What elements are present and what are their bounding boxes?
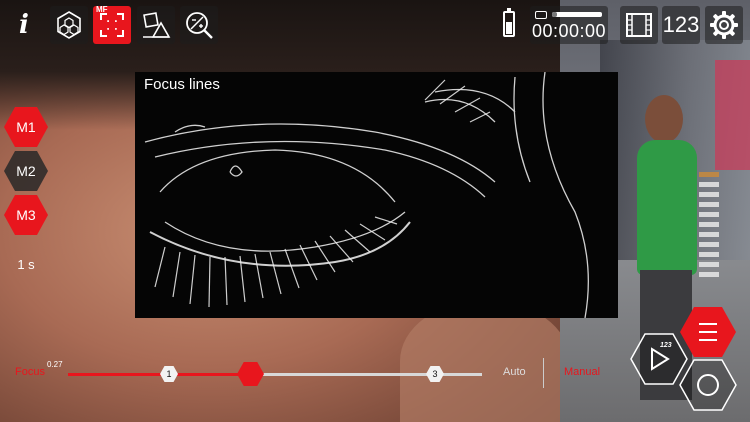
audio-meter-segment — [699, 272, 719, 277]
storage-icon — [535, 11, 547, 19]
audio-meter-segment — [699, 232, 719, 237]
audio-meter-segment — [699, 172, 719, 177]
lens-options-button[interactable] — [50, 6, 88, 44]
playback-badge: 123 — [660, 342, 672, 349]
metering-button[interactable] — [137, 6, 175, 44]
hexagon-cluster-icon — [57, 11, 81, 39]
info-button[interactable]: i — [5, 6, 43, 44]
storage-fill — [552, 12, 557, 17]
record-button[interactable] — [679, 359, 737, 411]
info-icon: i — [19, 10, 29, 40]
focus-lines-overlay: Focus lines — [135, 72, 618, 318]
recording-status: 00:00:00 — [530, 6, 608, 44]
manual-focus-button[interactable]: MF — [93, 6, 131, 44]
timecode: 00:00:00 — [531, 21, 607, 41]
count-button[interactable]: 123 — [662, 6, 700, 44]
audio-meter-segment — [699, 222, 719, 227]
audio-meter-segment — [699, 252, 719, 257]
viewfinder-person-body — [637, 140, 697, 275]
storage-bar — [552, 12, 602, 17]
exposure-button[interactable] — [180, 6, 218, 44]
film-icon — [626, 13, 652, 37]
exposure-search-icon — [186, 12, 213, 39]
focus-edge-image — [144, 72, 589, 318]
focus-mode-divider — [543, 358, 544, 388]
viewfinder-person-head — [645, 95, 683, 143]
audio-meter-segment — [699, 192, 719, 197]
battery-icon — [503, 8, 515, 37]
camera-app: i MF 00:00:00 123 Focus lines M1 M2 M3 1… — [0, 0, 750, 422]
audio-meter-segment — [699, 212, 719, 217]
gear-icon — [710, 11, 738, 39]
focus-value: 0.27 — [47, 360, 63, 369]
audio-meter-segment — [699, 262, 719, 267]
focus-track-filled[interactable] — [68, 373, 250, 376]
clip-library-button[interactable] — [620, 6, 658, 44]
audio-meter-segment — [699, 242, 719, 247]
battery-level — [506, 22, 512, 34]
focus-mode-auto[interactable]: Auto — [503, 366, 526, 378]
focus-lines-title: Focus lines — [144, 76, 220, 93]
mf-badge: MF — [96, 5, 108, 14]
viewfinder-sign-region — [715, 60, 750, 170]
settings-button[interactable] — [705, 6, 743, 44]
focus-mode-manual[interactable]: Manual — [564, 366, 600, 378]
duration-label[interactable]: 1 s — [0, 257, 52, 272]
audio-meter-segment — [699, 202, 719, 207]
shapes-icon — [143, 12, 171, 38]
record-icon — [679, 359, 737, 411]
manual-focus-icon — [100, 13, 124, 37]
focus-track-empty[interactable] — [250, 373, 482, 376]
viewfinder-nose-region — [400, 300, 570, 422]
audio-meter-segment — [699, 182, 719, 187]
focus-label: Focus — [15, 366, 45, 378]
